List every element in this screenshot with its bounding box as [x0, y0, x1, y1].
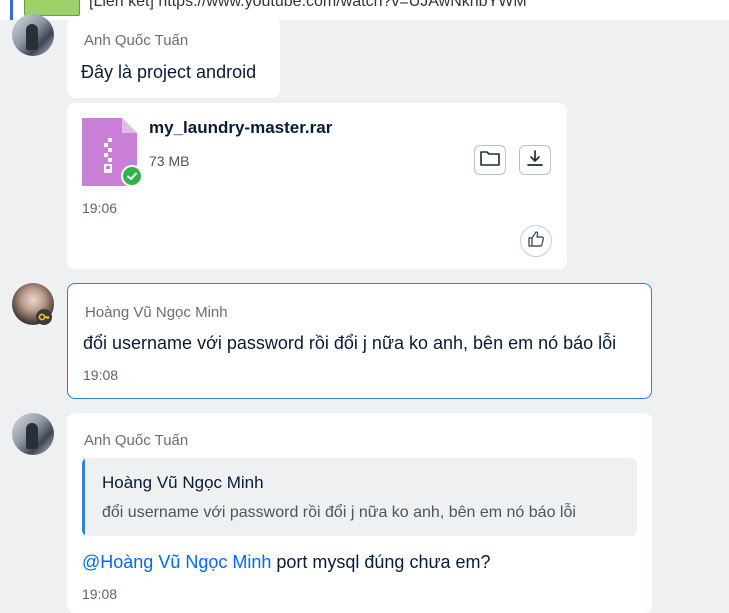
message-text: port mysql đúng chưa em? — [271, 552, 491, 572]
avatar-anh-quoc-tuan[interactable] — [12, 14, 54, 56]
quote-accent-bar — [82, 458, 85, 536]
reply-text-line: @Hoàng Vũ Ngọc Minh port mysql đúng chưa… — [82, 552, 491, 573]
react-button[interactable] — [520, 225, 552, 257]
download-button[interactable] — [519, 145, 551, 175]
sender-name: Anh Quốc Tuấn — [84, 432, 189, 449]
download-icon — [526, 149, 544, 172]
sender-name: Anh Quốc Tuấn — [84, 32, 189, 49]
link-preview-strip[interactable]: [Liên kết] https://www.youtube.com/watch… — [0, 0, 729, 20]
open-folder-button[interactable] — [474, 145, 506, 175]
link-accent-bar — [10, 0, 13, 20]
sender-name: Hoàng Vũ Ngọc Minh — [85, 304, 228, 321]
mention-link[interactable]: @Hoàng Vũ Ngọc Minh — [82, 552, 271, 572]
message-time: 19:08 — [83, 367, 119, 383]
file-name[interactable]: my_laundry-master.rar — [149, 118, 332, 138]
quoted-sender-name: Hoàng Vũ Ngọc Minh — [102, 473, 264, 492]
file-size: 73 MB — [149, 153, 190, 169]
link-preview-text[interactable]: [Liên kết] https://www.youtube.com/watch… — [89, 0, 527, 11]
message-time: 19:06 — [82, 200, 118, 216]
message-text: đổi username với password rồi đổi j nữa … — [83, 333, 617, 353]
message-time: 19:08 — [82, 586, 118, 602]
message-bubble-selected[interactable]: Hoàng Vũ Ngọc Minh đổi username với pass… — [67, 283, 652, 399]
message-text: Đây là project android — [81, 62, 257, 82]
thumbs-up-icon — [527, 230, 545, 253]
check-circle-icon — [121, 165, 143, 187]
avatar-anh-quoc-tuan[interactable] — [12, 413, 54, 455]
message-bubble[interactable]: Anh Quốc Tuấn Đây là project android — [67, 18, 280, 98]
folder-icon — [480, 150, 500, 171]
key-icon — [36, 309, 52, 325]
quoted-text: đổi username với password rồi đổi j nữa … — [102, 504, 576, 521]
quoted-message[interactable]: Hoàng Vũ Ngọc Minh đổi username với pass… — [82, 458, 637, 536]
